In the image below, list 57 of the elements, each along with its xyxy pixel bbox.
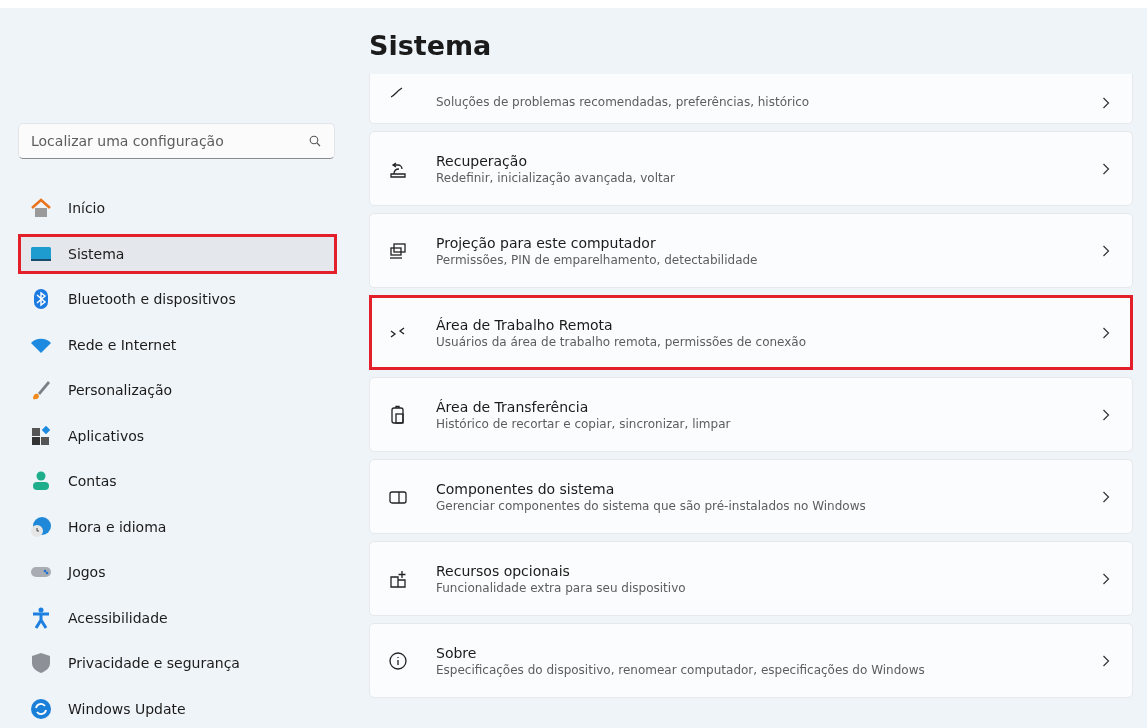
card-title: Recursos opcionais bbox=[436, 562, 571, 579]
card-description: Gerenciar componentes do sistema que são pré-instalados no Windows bbox=[436, 498, 867, 513]
card-title: Projeção para este computador bbox=[436, 234, 657, 251]
nav-item[interactable]: Sistema bbox=[18, 233, 337, 274]
nav-item[interactable]: Início bbox=[18, 188, 337, 228]
settings-card[interactable]: Área de Trabalho Remota Usuários da área de trabalho remota, permissões de conexão bbox=[369, 295, 1133, 370]
card-description: Redefinir, inicialização avançada, voltar bbox=[436, 170, 676, 185]
nav-item[interactable]: Windows Update bbox=[18, 688, 337, 728]
nav-item[interactable]: Aplicativos bbox=[18, 415, 337, 456]
settings-card[interactable]: Projeção para este computador Permissões, PIN de emparelhamento, detectabilidade bbox=[369, 213, 1133, 288]
chevron-icon bbox=[1102, 244, 1110, 257]
shield-icon bbox=[30, 652, 52, 674]
nav-item[interactable]: Acessibilidade bbox=[18, 597, 337, 638]
info-icon bbox=[388, 650, 408, 671]
card-description: Usuários da área de trabalho remota, permissões de conexão bbox=[436, 334, 808, 349]
settings-card[interactable]: Sobre Especificações do dispositivo, renomear computador, especificações do Windows bbox=[369, 623, 1133, 698]
card-description: Funcionalidade extra para seu dispositivo bbox=[436, 580, 687, 595]
nav-item[interactable]: Privacidade e segurança bbox=[18, 643, 337, 683]
nav-item[interactable]: Jogos bbox=[18, 552, 337, 592]
card-description: Especificações do dispositivo, renomear computador, especificações do Windows bbox=[436, 662, 926, 677]
chevron-icon bbox=[1102, 490, 1110, 503]
apps-icon bbox=[30, 424, 52, 447]
settings-card[interactable]: Recuperação Redefinir, inicialização avançada, voltar bbox=[369, 131, 1133, 206]
chevron-icon bbox=[1102, 97, 1110, 109]
nav-item[interactable]: Hora e idioma bbox=[18, 506, 337, 547]
nav-item[interactable]: Contas bbox=[18, 461, 337, 501]
settings-card[interactable]: Recursos opcionais Funcionalidade extra para seu dispositivo bbox=[369, 541, 1133, 616]
add-feature-icon bbox=[388, 568, 408, 589]
card-description: Histórico de recortar e copiar, sincronizar, limpar bbox=[436, 416, 732, 431]
update-icon bbox=[30, 697, 52, 720]
card-title: Recuperação bbox=[436, 152, 528, 169]
settings-card[interactable]: Soluções de problemas recomendadas, preferências, histórico bbox=[369, 74, 1133, 124]
nav-item[interactable]: Rede e Internet bbox=[18, 324, 337, 365]
card-title: Área de Transferência bbox=[436, 398, 590, 415]
chevron-icon bbox=[1102, 572, 1110, 585]
chevron-icon bbox=[1102, 408, 1110, 421]
person-icon bbox=[30, 470, 52, 492]
search-icon bbox=[309, 135, 321, 147]
chevron-icon bbox=[1102, 654, 1110, 667]
card-title: Componentes do sistema bbox=[436, 480, 616, 497]
home-icon bbox=[30, 197, 52, 219]
page-title: Sistema bbox=[369, 29, 493, 63]
brush-icon bbox=[30, 379, 52, 401]
card-description: Soluções de problemas recomendadas, preferências, histórico bbox=[436, 95, 811, 109]
chevron-icon bbox=[1102, 326, 1110, 339]
projection-icon bbox=[388, 240, 408, 261]
globe-clock-icon bbox=[30, 515, 52, 538]
card-title: Área de Trabalho Remota bbox=[436, 316, 614, 333]
card-description: Permissões, PIN de emparelhamento, detectabilidade bbox=[436, 252, 759, 267]
settings-card[interactable]: Área de Transferência Histórico de recortar e copiar, sincronizar, limpar bbox=[369, 377, 1133, 452]
chevron-icon bbox=[1102, 162, 1110, 175]
search-field[interactable]: Localizar uma configuração bbox=[18, 123, 335, 159]
accessibility-icon bbox=[30, 606, 52, 629]
nav-item[interactable]: Personalização bbox=[18, 370, 337, 410]
settings-card[interactable]: Componentes do sistema Gerenciar componentes do sistema que são pré-instalados no Windows bbox=[369, 459, 1133, 534]
nav-item[interactable]: Bluetooth e dispositivos bbox=[18, 279, 337, 319]
card-title: Sobre bbox=[436, 644, 478, 661]
